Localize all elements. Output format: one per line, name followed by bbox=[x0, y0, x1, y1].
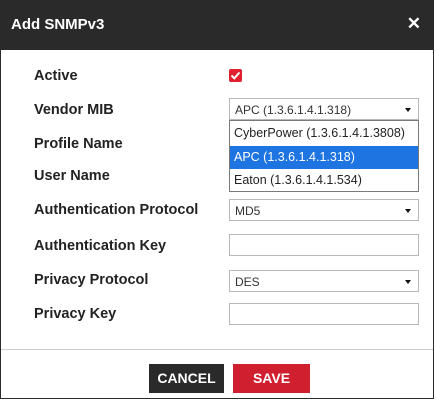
profile-name-label: Profile Name bbox=[34, 136, 123, 152]
chevron-down-icon bbox=[405, 209, 411, 213]
active-checkbox[interactable] bbox=[229, 69, 242, 82]
vendor-mib-dropdown: CyberPower (1.3.6.1.4.1.3808) APC (1.3.6… bbox=[229, 120, 419, 192]
active-label: Active bbox=[34, 68, 78, 84]
add-snmpv3-dialog: Add SNMPv3 ✕ Active Vendor MIB APC (1.3.… bbox=[0, 0, 434, 399]
chevron-down-icon bbox=[405, 108, 411, 112]
privacy-protocol-value: DES bbox=[235, 275, 260, 289]
vendor-mib-select[interactable]: APC (1.3.6.1.4.1.318) bbox=[229, 98, 419, 120]
auth-key-label: Authentication Key bbox=[34, 238, 167, 254]
dialog-header: Add SNMPv3 ✕ bbox=[1, 1, 433, 50]
privacy-protocol-label: Privacy Protocol bbox=[34, 272, 149, 288]
cancel-button[interactable]: CANCEL bbox=[149, 364, 224, 393]
auth-protocol-label: Authentication Protocol bbox=[34, 202, 199, 218]
privacy-protocol-select[interactable]: DES bbox=[229, 270, 419, 292]
footer-divider bbox=[1, 349, 433, 350]
auth-protocol-select[interactable]: MD5 bbox=[229, 199, 419, 221]
vendor-mib-label: Vendor MIB bbox=[34, 102, 114, 118]
dialog-title: Add SNMPv3 bbox=[11, 16, 105, 33]
dropdown-option-eaton[interactable]: Eaton (1.3.6.1.4.1.534) bbox=[230, 169, 418, 192]
checkmark-icon bbox=[230, 71, 241, 80]
privacy-key-input[interactable] bbox=[229, 303, 419, 325]
user-name-label: User Name bbox=[34, 168, 110, 184]
save-button[interactable]: SAVE bbox=[233, 364, 310, 393]
vendor-mib-value: APC (1.3.6.1.4.1.318) bbox=[235, 103, 352, 117]
close-icon[interactable]: ✕ bbox=[407, 14, 421, 34]
dropdown-option-apc[interactable]: APC (1.3.6.1.4.1.318) bbox=[230, 146, 418, 169]
auth-key-input[interactable] bbox=[229, 234, 419, 256]
chevron-down-icon bbox=[405, 280, 411, 284]
privacy-key-label: Privacy Key bbox=[34, 306, 117, 322]
dropdown-option-cyberpower[interactable]: CyberPower (1.3.6.1.4.1.3808) bbox=[230, 122, 418, 145]
auth-protocol-value: MD5 bbox=[235, 204, 261, 218]
